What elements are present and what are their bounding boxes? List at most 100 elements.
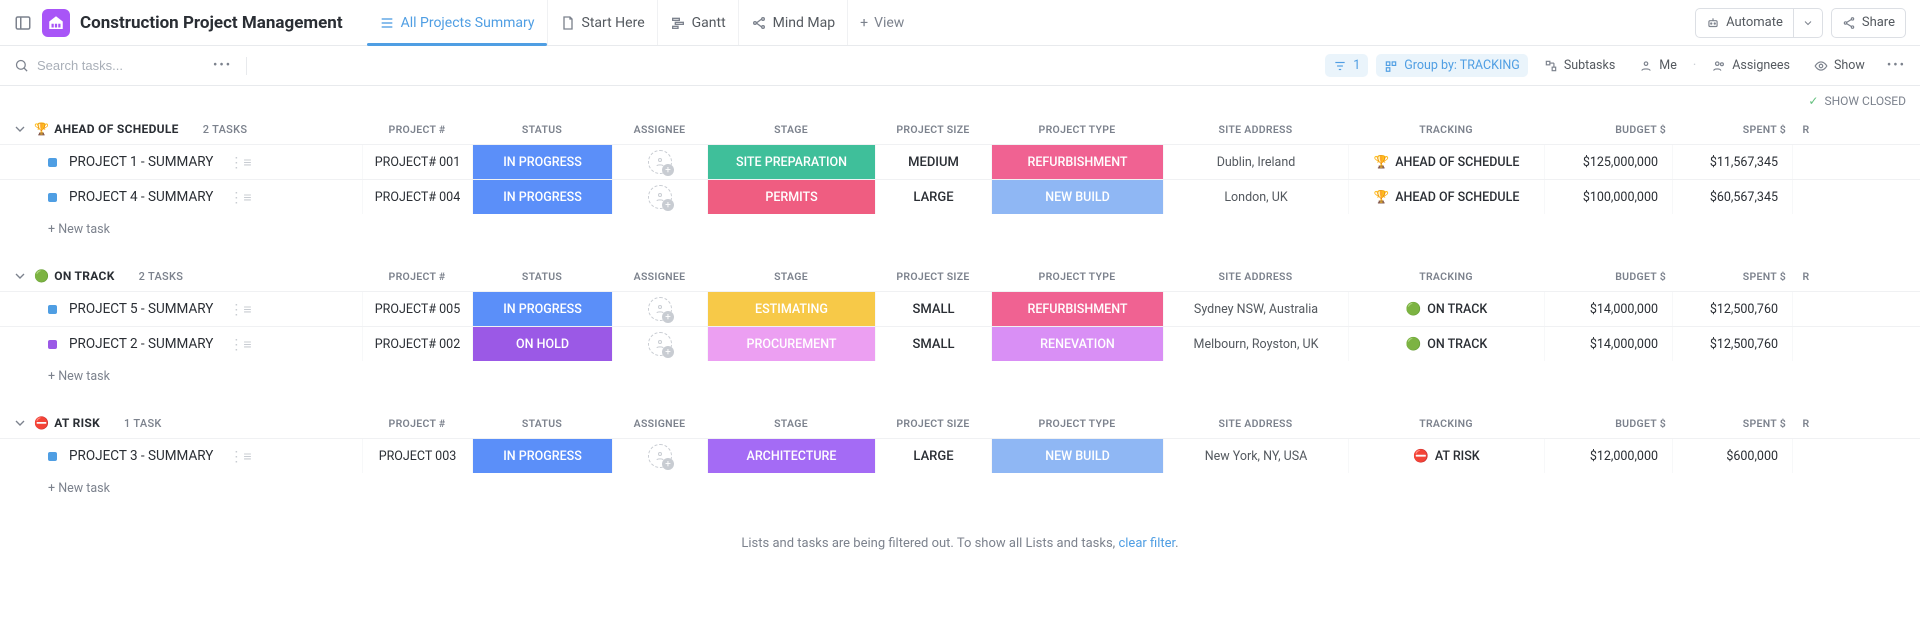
cell-assignee[interactable] xyxy=(612,439,707,473)
col-project-num[interactable]: PROJECT # xyxy=(362,123,472,136)
cell-type[interactable]: NEW BUILD xyxy=(991,439,1163,473)
cell-budget[interactable]: $12,000,000 xyxy=(1544,439,1672,473)
cell-status[interactable]: IN PROGRESS xyxy=(472,145,612,179)
group-name[interactable]: ⛔ AT RISK 1 TASK xyxy=(34,416,362,430)
assignees-chip[interactable]: Assignees xyxy=(1704,54,1798,77)
assignee-placeholder[interactable] xyxy=(648,444,672,468)
cell-budget[interactable]: $100,000,000 xyxy=(1544,180,1672,214)
cell-spent[interactable]: $12,500,760 xyxy=(1672,292,1792,326)
cell-budget[interactable]: $14,000,000 xyxy=(1544,292,1672,326)
cell-type[interactable]: NEW BUILD xyxy=(991,180,1163,214)
col-project-num[interactable]: PROJECT # xyxy=(362,417,472,430)
cell-type[interactable]: REFURBISHMENT xyxy=(991,145,1163,179)
toolbar-more-icon[interactable]: ••• xyxy=(1887,58,1906,73)
group-name[interactable]: 🏆 AHEAD OF SCHEDULE 2 TASKS xyxy=(34,122,362,136)
cell-stage[interactable]: SITE PREPARATION xyxy=(707,145,875,179)
cell-address[interactable]: Sydney NSW, Australia xyxy=(1163,292,1348,326)
col-type[interactable]: PROJECT TYPE xyxy=(991,270,1163,283)
new-task-button[interactable]: + New task xyxy=(0,214,1920,255)
search-input[interactable] xyxy=(37,58,197,73)
cell-size[interactable]: MEDIUM xyxy=(875,145,991,179)
assignee-placeholder[interactable] xyxy=(648,185,672,209)
cell-tracking[interactable]: 🟢ON TRACK xyxy=(1348,292,1544,326)
col-tracking[interactable]: TRACKING xyxy=(1348,417,1544,430)
col-assignee[interactable]: ASSIGNEE xyxy=(612,123,707,136)
cell-stage[interactable]: ARCHITECTURE xyxy=(707,439,875,473)
tab-start-here[interactable]: Start Here xyxy=(548,0,658,45)
cell-stage[interactable]: PROCUREMENT xyxy=(707,327,875,361)
cell-spent[interactable]: $60,567,345 xyxy=(1672,180,1792,214)
col-status[interactable]: STATUS xyxy=(472,417,612,430)
cell-spent[interactable]: $600,000 xyxy=(1672,439,1792,473)
col-tracking[interactable]: TRACKING xyxy=(1348,123,1544,136)
cell-assignee[interactable] xyxy=(612,180,707,214)
cell-assignee[interactable] xyxy=(612,292,707,326)
cell-project-num[interactable]: PROJECT# 004 xyxy=(362,180,472,214)
new-task-button[interactable]: + New task xyxy=(0,473,1920,514)
cell-status[interactable]: IN PROGRESS xyxy=(472,439,612,473)
assignee-placeholder[interactable] xyxy=(648,297,672,321)
col-project-num[interactable]: PROJECT # xyxy=(362,270,472,283)
cell-status[interactable]: ON HOLD xyxy=(472,327,612,361)
share-button[interactable]: Share xyxy=(1831,8,1906,38)
col-r[interactable]: R xyxy=(1792,417,1820,430)
show-chip[interactable]: Show xyxy=(1806,54,1873,77)
chevron-down-icon[interactable] xyxy=(12,121,28,137)
cell-address[interactable]: Melbourn, Royston, UK xyxy=(1163,327,1348,361)
col-spent[interactable]: SPENT $ xyxy=(1672,417,1792,430)
cell-size[interactable]: LARGE xyxy=(875,180,991,214)
cell-spent[interactable]: $11,567,345 xyxy=(1672,145,1792,179)
col-budget[interactable]: BUDGET $ xyxy=(1544,123,1672,136)
col-size[interactable]: PROJECT SIZE xyxy=(875,417,991,430)
cell-project-num[interactable]: PROJECT# 005 xyxy=(362,292,472,326)
assignee-placeholder[interactable] xyxy=(648,150,672,174)
cell-tracking[interactable]: 🏆AHEAD OF SCHEDULE xyxy=(1348,145,1544,179)
cell-budget[interactable]: $125,000,000 xyxy=(1544,145,1672,179)
cell-size[interactable]: SMALL xyxy=(875,327,991,361)
tab-gantt[interactable]: Gantt xyxy=(658,0,739,45)
automate-dropdown[interactable] xyxy=(1794,9,1822,37)
cell-project-num[interactable]: PROJECT# 001 xyxy=(362,145,472,179)
cell-stage[interactable]: ESTIMATING xyxy=(707,292,875,326)
cell-budget[interactable]: $14,000,000 xyxy=(1544,327,1672,361)
cell-size[interactable]: LARGE xyxy=(875,439,991,473)
col-address[interactable]: SITE ADDRESS xyxy=(1163,123,1348,136)
col-r[interactable]: R xyxy=(1792,123,1820,136)
filter-chip[interactable]: 1 xyxy=(1325,54,1368,77)
cell-type[interactable]: RENEVATION xyxy=(991,327,1163,361)
col-r[interactable]: R xyxy=(1792,270,1820,283)
cell-tracking[interactable]: 🏆AHEAD OF SCHEDULE xyxy=(1348,180,1544,214)
cell-type[interactable]: REFURBISHMENT xyxy=(991,292,1163,326)
cell-stage[interactable]: PERMITS xyxy=(707,180,875,214)
cell-spent[interactable]: $12,500,760 xyxy=(1672,327,1792,361)
open-task-icon[interactable]: ⋮≡ xyxy=(229,189,251,206)
sidebar-toggle-icon[interactable] xyxy=(14,14,32,32)
cell-address[interactable]: London, UK xyxy=(1163,180,1348,214)
search-more-icon[interactable]: ••• xyxy=(213,58,232,73)
cell-project-num[interactable]: PROJECT# 002 xyxy=(362,327,472,361)
cell-status[interactable]: IN PROGRESS xyxy=(472,180,612,214)
new-task-button[interactable]: + New task xyxy=(0,361,1920,402)
task-row[interactable]: PROJECT 2 - SUMMARY ⋮≡ PROJECT# 002 ON H… xyxy=(0,326,1920,361)
task-row[interactable]: PROJECT 4 - SUMMARY ⋮≡ PROJECT# 004 IN P… xyxy=(0,179,1920,214)
col-stage[interactable]: STAGE xyxy=(707,417,875,430)
col-tracking[interactable]: TRACKING xyxy=(1348,270,1544,283)
cell-assignee[interactable] xyxy=(612,145,707,179)
col-spent[interactable]: SPENT $ xyxy=(1672,123,1792,136)
col-status[interactable]: STATUS xyxy=(472,123,612,136)
col-assignee[interactable]: ASSIGNEE xyxy=(612,270,707,283)
task-row[interactable]: PROJECT 3 - SUMMARY ⋮≡ PROJECT 003 IN PR… xyxy=(0,438,1920,473)
cell-address[interactable]: Dublin, Ireland xyxy=(1163,145,1348,179)
col-stage[interactable]: STAGE xyxy=(707,123,875,136)
clear-filter-link[interactable]: clear filter xyxy=(1118,536,1175,551)
show-closed-toggle[interactable]: SHOW CLOSED xyxy=(1824,94,1906,108)
col-stage[interactable]: STAGE xyxy=(707,270,875,283)
col-budget[interactable]: BUDGET $ xyxy=(1544,417,1672,430)
col-type[interactable]: PROJECT TYPE xyxy=(991,123,1163,136)
subtasks-chip[interactable]: Subtasks xyxy=(1536,54,1623,77)
task-row[interactable]: PROJECT 5 - SUMMARY ⋮≡ PROJECT# 005 IN P… xyxy=(0,291,1920,326)
me-chip[interactable]: Me xyxy=(1631,54,1685,77)
col-assignee[interactable]: ASSIGNEE xyxy=(612,417,707,430)
groupby-chip[interactable]: Group by: TRACKING xyxy=(1376,54,1528,77)
col-size[interactable]: PROJECT SIZE xyxy=(875,123,991,136)
